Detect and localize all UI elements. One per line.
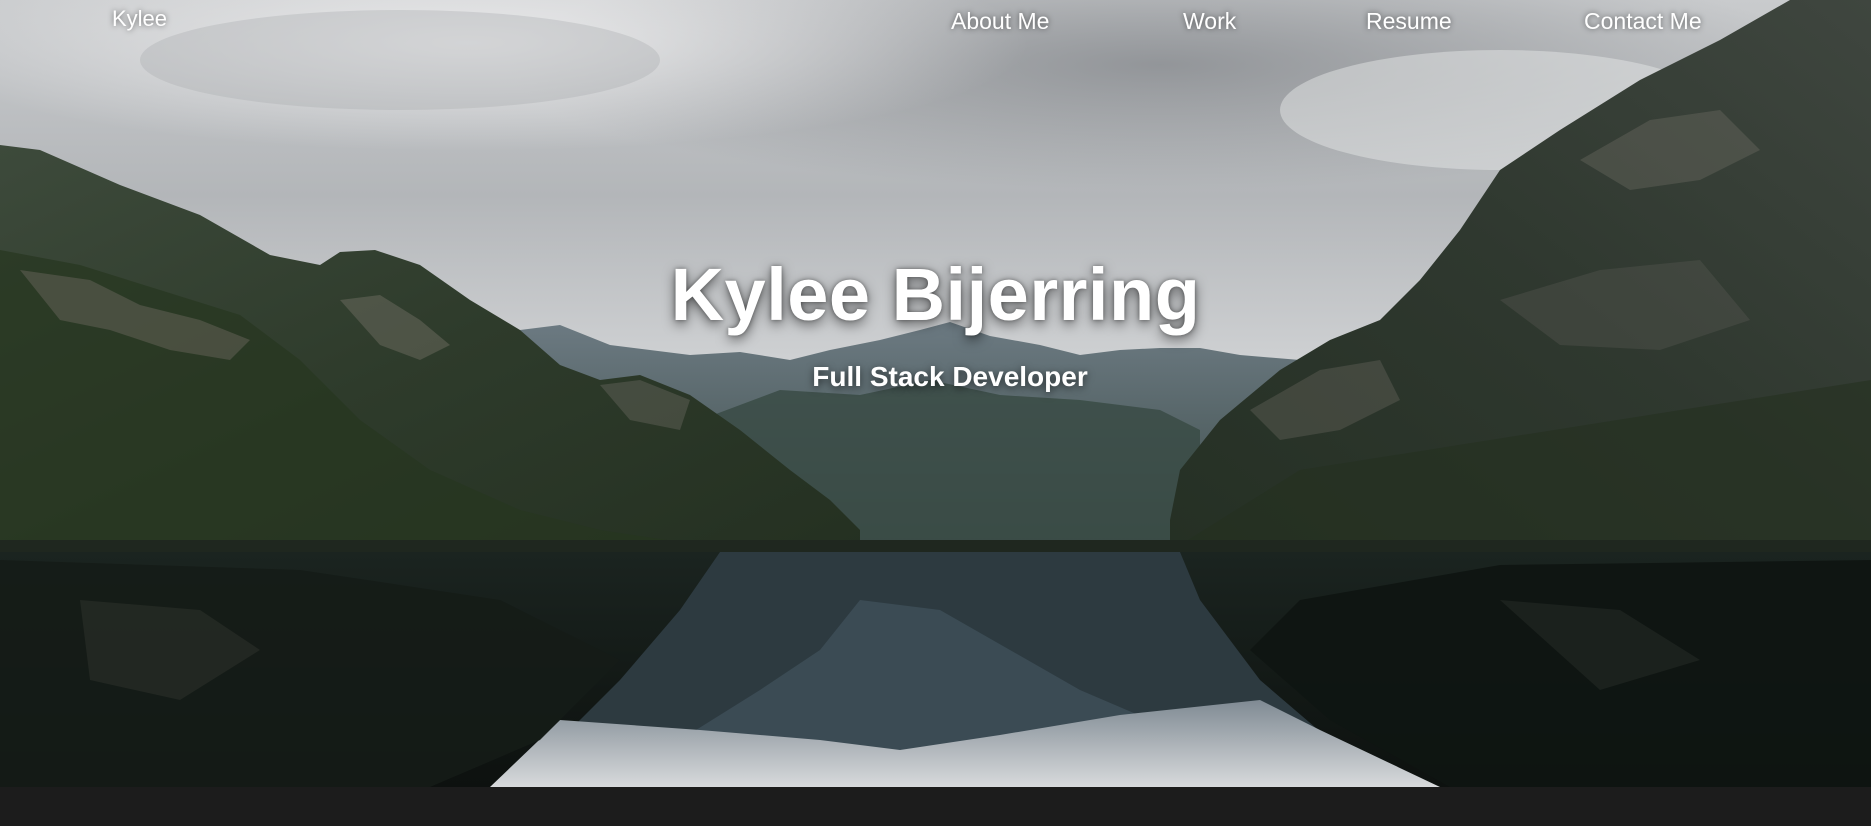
hero-title: Kylee Bijerring (670, 253, 1201, 336)
hero-section: Kylee About Me Work Resume Contact Me Ky… (0, 0, 1871, 787)
nav-link-work[interactable]: Work (1183, 8, 1236, 35)
main-nav: About Me Work Resume Contact Me (0, 8, 1871, 42)
footer-bar (0, 787, 1871, 826)
hero-background-image (0, 0, 1871, 787)
hero-subtitle: Full Stack Developer (812, 361, 1088, 392)
nav-link-contact-me[interactable]: Contact Me (1584, 8, 1702, 35)
nav-link-resume[interactable]: Resume (1366, 8, 1452, 35)
nav-link-about-me[interactable]: About Me (951, 8, 1049, 35)
